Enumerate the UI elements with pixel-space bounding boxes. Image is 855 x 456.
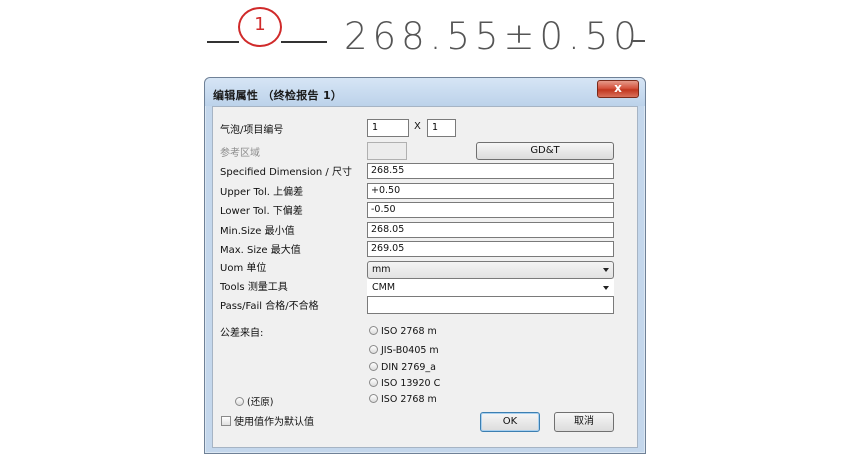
specified-dimension-input[interactable]: 268.55 xyxy=(367,163,614,179)
tools-select[interactable]: CMM xyxy=(367,279,614,297)
tools-selected-value: CMM xyxy=(372,282,396,293)
tolerance-option-label: JIS-B0405 m xyxy=(381,345,439,356)
radio-icon xyxy=(369,345,378,354)
drawing-area: 1 268.55±0.50 xyxy=(0,0,855,70)
dialog-titlebar[interactable]: 编辑属性 （终检报告 1） x xyxy=(205,78,645,106)
radio-icon xyxy=(369,362,378,371)
leader-line-right xyxy=(281,41,327,43)
upper-tol-label: Upper Tol. 上偏差 xyxy=(220,187,304,198)
bubble-separator: X xyxy=(414,121,421,132)
uom-select[interactable]: mm xyxy=(367,261,614,279)
max-size-input[interactable]: 269.05 xyxy=(367,241,614,257)
min-size-input[interactable]: 268.05 xyxy=(367,222,614,238)
radio-icon xyxy=(369,326,378,335)
tolerance-option-iso13920[interactable]: ISO 13920 C xyxy=(369,378,440,392)
ok-button[interactable]: OK xyxy=(480,412,540,432)
tolerance-option-iso2768-2[interactable]: ISO 2768 m xyxy=(369,394,437,408)
leader-line-left xyxy=(207,41,239,43)
checkbox-icon xyxy=(221,416,231,426)
upper-tol-input[interactable]: +0.50 xyxy=(367,183,614,199)
use-as-default-checkbox[interactable]: 使用值作为默认值 xyxy=(221,413,314,428)
use-as-default-label: 使用值作为默认值 xyxy=(234,417,314,428)
uom-selected-value: mm xyxy=(372,264,391,275)
reference-area-label: 参考区域 xyxy=(220,148,260,159)
edit-properties-dialog: 编辑属性 （终检报告 1） x 气泡/项目编号 1 X 1 参考区域 GD&T … xyxy=(204,77,646,454)
restore-label: (还原) xyxy=(247,397,274,408)
pass-fail-input[interactable] xyxy=(367,296,614,314)
close-icon: x xyxy=(614,81,622,95)
cancel-button[interactable]: 取消 xyxy=(554,412,614,432)
tolerance-option-jis[interactable]: JIS-B0405 m xyxy=(369,345,439,359)
dimension-line-dash xyxy=(631,40,645,42)
tolerance-option-label: ISO 13920 C xyxy=(381,378,441,389)
dialog-body: 气泡/项目编号 1 X 1 参考区域 GD&T Specified Dimens… xyxy=(212,106,638,448)
lower-tol-label: Lower Tol. 下偏差 xyxy=(220,206,303,217)
pass-fail-label: Pass/Fail 合格/不合格 xyxy=(220,301,319,312)
specified-dimension-label: Specified Dimension / 尺寸 xyxy=(220,167,352,178)
restore-option[interactable]: (还原) xyxy=(235,394,273,408)
lower-tol-input[interactable]: -0.50 xyxy=(367,202,614,218)
gdt-button[interactable]: GD&T xyxy=(476,142,614,160)
tolerance-option-din[interactable]: DIN 2769_a xyxy=(369,362,436,376)
max-size-label: Max. Size 最大值 xyxy=(220,245,301,256)
tools-label: Tools 测量工具 xyxy=(220,282,288,293)
uom-label: Uom 单位 xyxy=(220,263,267,274)
dimension-text[interactable]: 268.55±0.50 xyxy=(344,15,642,58)
bubble-number-input[interactable]: 1 xyxy=(367,119,409,137)
close-button[interactable]: x xyxy=(597,80,639,98)
min-size-label: Min.Size 最小值 xyxy=(220,226,295,237)
tolerance-option-label: DIN 2769_a xyxy=(381,362,436,373)
tolerance-option-iso2768[interactable]: ISO 2768 m xyxy=(369,326,437,340)
radio-icon xyxy=(235,397,244,406)
radio-icon xyxy=(369,394,378,403)
balloon-number: 1 xyxy=(254,14,266,35)
radio-icon xyxy=(369,378,378,387)
bubble-number-label: 气泡/项目编号 xyxy=(220,125,284,136)
reference-area-input xyxy=(367,142,407,160)
tolerance-option-label: ISO 2768 m xyxy=(381,326,437,337)
chevron-down-icon xyxy=(603,286,609,290)
bubble-count-input[interactable]: 1 xyxy=(427,119,456,137)
chevron-down-icon xyxy=(603,268,609,272)
tolerance-option-label: ISO 2768 m xyxy=(381,394,437,405)
tolerance-from-label: 公差来自: xyxy=(220,328,264,339)
dialog-title: 编辑属性 （终检报告 1） xyxy=(213,89,343,102)
